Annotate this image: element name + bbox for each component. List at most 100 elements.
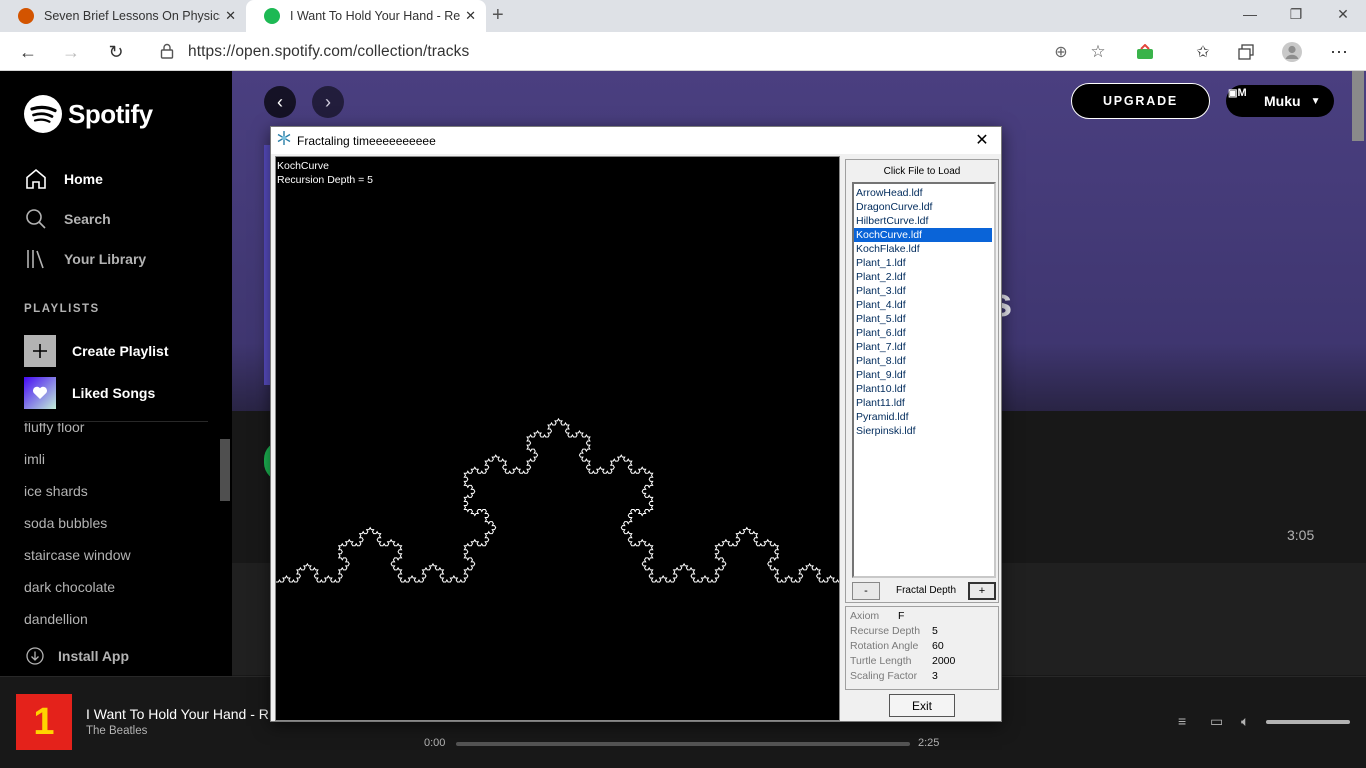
history-back-button[interactable]: ‹ bbox=[264, 86, 296, 118]
file-item[interactable]: Pyramid.ldf bbox=[854, 410, 992, 424]
file-item[interactable]: ArrowHead.ldf bbox=[854, 186, 992, 200]
chevron-right-icon: › bbox=[325, 91, 331, 112]
file-item[interactable]: KochFlake.ldf bbox=[854, 242, 992, 256]
upgrade-button[interactable]: UPGRADE bbox=[1071, 83, 1210, 119]
sidebar-divider bbox=[24, 421, 208, 422]
browser-tab-spotify[interactable]: I Want To Hold Your Hand - Rem ✕ bbox=[246, 0, 486, 32]
snowflake-app-icon bbox=[277, 131, 291, 150]
plus-icon bbox=[24, 335, 56, 367]
file-item[interactable]: Plant_7.ldf bbox=[854, 340, 992, 354]
file-list[interactable]: ArrowHead.ldf DragonCurve.ldf HilbertCur… bbox=[852, 182, 996, 578]
install-app-button[interactable]: Install App bbox=[26, 647, 129, 665]
file-item[interactable]: Plant11.ldf bbox=[854, 396, 992, 410]
file-item[interactable]: HilbertCurve.ldf bbox=[854, 214, 992, 228]
liked-songs-label: Liked Songs bbox=[72, 385, 156, 401]
nav-library[interactable]: Your Library bbox=[24, 247, 146, 271]
back-icon[interactable]: ← bbox=[15, 39, 41, 65]
nav-home[interactable]: Home bbox=[24, 167, 103, 191]
close-icon[interactable]: ✕ bbox=[971, 130, 993, 150]
close-tab-icon[interactable]: ✕ bbox=[225, 8, 236, 24]
close-tab-icon[interactable]: ✕ bbox=[465, 8, 476, 24]
elapsed-time: 0:00 bbox=[424, 737, 446, 749]
recursion-depth-label: Recursion Depth = 5 bbox=[277, 174, 374, 186]
fractal-window: Fractaling timeeeeeeeeee ✕ KochCurve Recu… bbox=[270, 126, 1002, 722]
book-favicon-icon bbox=[18, 8, 34, 24]
koch-curve bbox=[276, 417, 839, 583]
sidebar-scrollbar[interactable] bbox=[220, 439, 230, 501]
album-art[interactable]: 1 bbox=[16, 694, 72, 750]
install-app-label: Install App bbox=[58, 648, 130, 664]
new-tab-icon[interactable]: + bbox=[492, 4, 504, 27]
nav-search[interactable]: Search bbox=[24, 207, 111, 231]
file-item[interactable]: Plant_8.ldf bbox=[854, 354, 992, 368]
restore-icon[interactable]: ❐ bbox=[1273, 2, 1319, 26]
file-item[interactable]: DragonCurve.ldf bbox=[854, 200, 992, 214]
canvas-info: KochCurve Recursion Depth = 5 bbox=[277, 159, 373, 187]
spotify-favicon-icon bbox=[264, 8, 280, 24]
nav-home-label: Home bbox=[64, 171, 103, 187]
window-titlebar[interactable]: Fractaling timeeeeeeeeee ✕ bbox=[271, 127, 1001, 154]
file-item[interactable]: Sierpinski.ldf bbox=[854, 424, 992, 438]
create-playlist-button[interactable]: Create Playlist bbox=[24, 335, 169, 367]
playlist-item[interactable]: staircase window bbox=[24, 539, 214, 571]
volume-slider[interactable] bbox=[1266, 720, 1350, 724]
address-bar[interactable]: https://open.spotify.com/collection/trac… bbox=[146, 36, 1116, 67]
favorite-star-icon[interactable]: ☆ bbox=[1085, 39, 1111, 65]
browser-tab-physics[interactable]: Seven Brief Lessons On Physics - ✕ bbox=[0, 0, 246, 32]
add-to-collections-icon[interactable]: ⊕ bbox=[1048, 39, 1074, 65]
user-name: Muku bbox=[1264, 93, 1301, 109]
progress-bar[interactable] bbox=[456, 742, 910, 746]
favorites-list-icon[interactable]: ✩ bbox=[1190, 39, 1216, 65]
playlist-item[interactable]: dark chocolate bbox=[24, 571, 214, 603]
more-menu-icon[interactable]: ⋯ bbox=[1326, 39, 1352, 65]
nav-library-label: Your Library bbox=[64, 251, 147, 267]
file-item[interactable]: Plant_4.ldf bbox=[854, 298, 992, 312]
playlist-item[interactable]: ice shards bbox=[24, 475, 214, 507]
minimize-icon[interactable]: — bbox=[1227, 2, 1273, 26]
close-window-icon[interactable]: ✕ bbox=[1320, 2, 1366, 26]
playlist-item[interactable]: dandellion bbox=[24, 603, 214, 628]
decrease-depth-button[interactable]: - bbox=[852, 582, 880, 600]
parameters-panel: Axiom F Recurse Depth 5 Rotation Angle 60 T… bbox=[845, 606, 999, 690]
file-item[interactable]: Plant_9.ldf bbox=[854, 368, 992, 382]
param-value: 60 bbox=[932, 640, 944, 652]
file-item[interactable]: Plant_2.ldf bbox=[854, 270, 992, 284]
param-value: F bbox=[898, 610, 905, 622]
profile-avatar-icon[interactable] bbox=[1279, 39, 1305, 65]
extension-icon[interactable] bbox=[1132, 39, 1158, 65]
download-icon bbox=[26, 647, 44, 665]
volume-icon[interactable]: 🔈︎ bbox=[1241, 713, 1249, 730]
history-forward-button[interactable]: › bbox=[312, 86, 344, 118]
playlist-item[interactable]: imli bbox=[24, 443, 214, 475]
lock-icon[interactable] bbox=[160, 43, 174, 64]
increase-depth-button[interactable]: + bbox=[968, 582, 996, 600]
playlist-item[interactable]: fluffy floor bbox=[24, 423, 214, 443]
track-artist[interactable]: The Beatles bbox=[86, 725, 147, 737]
collections-icon[interactable] bbox=[1233, 39, 1259, 65]
file-item[interactable]: Plant_5.ldf bbox=[854, 312, 992, 326]
window-title: Fractaling timeeeeeeeeee bbox=[297, 133, 436, 148]
exit-button[interactable]: Exit bbox=[889, 694, 955, 717]
spotify-logo[interactable]: Spotify bbox=[24, 95, 153, 133]
heart-icon bbox=[24, 377, 56, 409]
file-item-selected[interactable]: KochCurve.ldf bbox=[854, 228, 992, 242]
curve-name: KochCurve bbox=[277, 160, 329, 172]
main-scrollbar[interactable] bbox=[1352, 71, 1364, 141]
liked-songs-button[interactable]: Liked Songs bbox=[24, 377, 155, 409]
avatar: ▣M bbox=[1228, 87, 1247, 99]
file-item[interactable]: Plant_1.ldf bbox=[854, 256, 992, 270]
queue-icon[interactable]: ≡ bbox=[1178, 713, 1186, 729]
file-item[interactable]: Plant_6.ldf bbox=[854, 326, 992, 340]
track-title[interactable]: I Want To Hold Your Hand - R bbox=[86, 706, 269, 722]
playlist-item[interactable]: soda bubbles bbox=[24, 507, 214, 539]
user-menu-button[interactable]: ▣M Muku ▼ bbox=[1226, 85, 1334, 117]
file-item[interactable]: Plant_3.ldf bbox=[854, 284, 992, 298]
file-item[interactable]: Plant10.ldf bbox=[854, 382, 992, 396]
param-row: Axiom F bbox=[850, 610, 904, 622]
param-row: Rotation Angle 60 bbox=[850, 640, 944, 652]
refresh-icon[interactable]: ↻ bbox=[103, 39, 129, 65]
spotify-logo-icon bbox=[24, 95, 62, 133]
devices-icon[interactable]: ▭ bbox=[1210, 713, 1223, 730]
param-row: Turtle Length 2000 bbox=[850, 655, 955, 667]
forward-icon[interactable]: → bbox=[58, 39, 84, 65]
